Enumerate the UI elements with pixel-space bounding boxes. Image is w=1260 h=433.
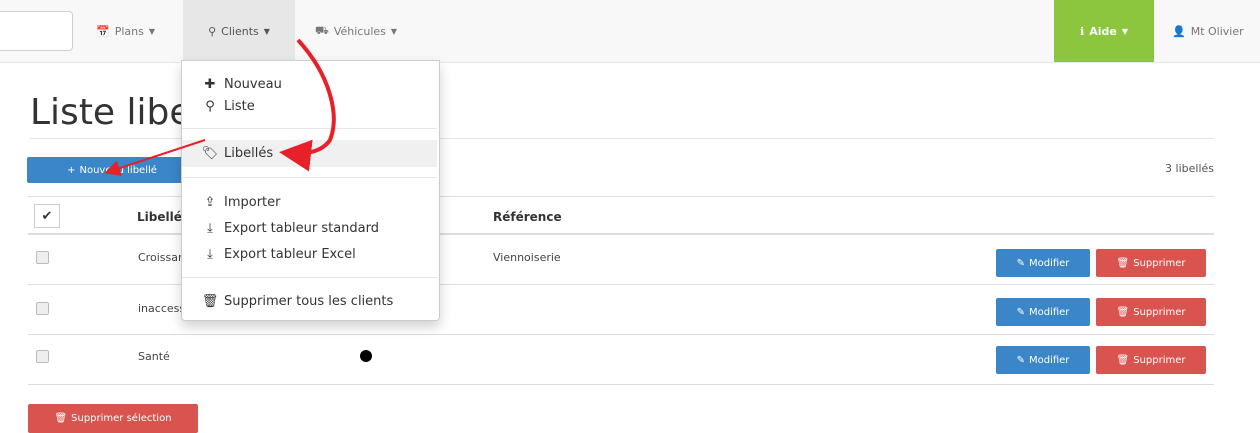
upload-icon: ⇪ xyxy=(204,194,216,210)
trash-icon: 🗑 xyxy=(1116,306,1130,318)
download-icon: ⤓ xyxy=(207,246,213,262)
menu-item-label: Export tableur Excel xyxy=(224,246,356,262)
edit-icon: ✎ xyxy=(1016,354,1025,366)
check-icon: ✔ xyxy=(41,208,53,224)
top-navbar: 📅 Plans ▼ ⚲ Clients ▼ ⛟ Véhicules ▼ ℹ Ai… xyxy=(0,0,1260,63)
brand-logo-box[interactable] xyxy=(0,11,73,51)
row-checkbox[interactable] xyxy=(36,251,49,264)
nav-aide-label: Aide xyxy=(1089,24,1117,38)
download-icon: ⤓ xyxy=(207,220,213,236)
menu-item-export-excel[interactable]: ⤓ Export tableur Excel xyxy=(182,242,437,266)
caret-down-icon: ▼ xyxy=(263,26,270,36)
map-marker-icon: ⚲ xyxy=(205,98,215,114)
delete-selection-button[interactable]: 🗑 Supprimer sélection xyxy=(28,404,198,433)
delete-button-text: Supprimer xyxy=(1133,257,1186,269)
truck-icon: ⛟ xyxy=(315,23,329,37)
nav-clients-label: Clients xyxy=(221,24,259,38)
trash-icon: 🗑 xyxy=(1116,354,1130,366)
nav-clients[interactable]: ⚲ Clients ▼ xyxy=(183,0,295,62)
menu-item-label: Nouveau xyxy=(224,76,282,92)
label-count: 3 libellés xyxy=(1165,162,1214,175)
nav-user[interactable]: 👤 Mt Olivier xyxy=(1160,0,1260,62)
menu-item-label: Importer xyxy=(224,194,281,210)
nav-user-label: Mt Olivier xyxy=(1190,24,1244,38)
menu-item-nouveau[interactable]: ✚ Nouveau xyxy=(182,72,437,96)
delete-button[interactable]: 🗑 Supprimer xyxy=(1096,298,1206,326)
delete-button[interactable]: 🗑 Supprimer xyxy=(1096,249,1206,277)
tags-icon: 🏷 xyxy=(201,146,219,161)
delete-button-text: Supprimer xyxy=(1133,354,1186,366)
menu-divider xyxy=(182,277,437,278)
column-header-label: Libellé xyxy=(137,210,182,224)
caret-down-icon: ▼ xyxy=(390,26,398,36)
info-circle-icon: ℹ xyxy=(1080,24,1085,38)
menu-item-importer[interactable]: ⇪ Importer xyxy=(182,190,437,214)
select-all-checkbox[interactable]: ✔ xyxy=(34,204,60,228)
caret-down-icon: ▼ xyxy=(148,26,155,36)
nav-plans[interactable]: 📅 Plans ▼ xyxy=(84,0,167,62)
menu-item-label: Liste xyxy=(224,98,255,114)
nav-vehicules[interactable]: ⛟ Véhicules ▼ xyxy=(305,0,407,62)
nav-vehicules-label: Véhicules xyxy=(333,24,386,38)
modify-button[interactable]: ✎ Modifier xyxy=(996,298,1090,326)
delete-button[interactable]: 🗑 Supprimer xyxy=(1096,346,1206,374)
modify-button[interactable]: ✎ Modifier xyxy=(996,249,1090,277)
trash-icon: 🗑 xyxy=(201,293,219,309)
row-divider xyxy=(28,334,1214,335)
menu-item-label: Libellés xyxy=(224,146,274,161)
modify-button-text: Modifier xyxy=(1028,354,1070,366)
menu-item-label: Export tableur standard xyxy=(224,220,379,236)
menu-item-export-standard[interactable]: ⤓ Export tableur standard xyxy=(182,216,437,240)
modify-button-text: Modifier xyxy=(1028,306,1070,318)
row-checkbox[interactable] xyxy=(36,302,49,315)
column-header-reference: Référence xyxy=(493,210,562,224)
label-color-dot xyxy=(360,350,372,362)
caret-down-icon: ▼ xyxy=(1121,26,1128,36)
row-label: Santé xyxy=(138,350,170,363)
trash-icon: 🗑 xyxy=(54,413,68,424)
row-reference: Viennoiserie xyxy=(493,251,561,264)
modify-button[interactable]: ✎ Modifier xyxy=(996,346,1090,374)
delete-selection-button-text: Supprimer sélection xyxy=(71,413,172,424)
plus-icon: ✚ xyxy=(204,76,216,92)
trash-icon: 🗑 xyxy=(1116,257,1130,269)
nav-plans-label: Plans xyxy=(114,24,144,38)
user-icon: 👤 xyxy=(1172,24,1186,38)
plus-icon: + xyxy=(67,164,76,176)
modify-button-text: Modifier xyxy=(1028,257,1070,269)
row-divider xyxy=(28,384,1214,385)
map-marker-icon: ⚲ xyxy=(208,24,217,38)
row-checkbox[interactable] xyxy=(36,350,49,363)
edit-icon: ✎ xyxy=(1016,306,1025,318)
menu-item-label: Supprimer tous les clients xyxy=(224,293,394,309)
menu-divider xyxy=(182,177,437,178)
calendar-icon: 📅 xyxy=(96,24,110,38)
nav-aide[interactable]: ℹ Aide ▼ xyxy=(1054,0,1154,62)
menu-divider xyxy=(182,128,437,129)
clients-dropdown-menu: ✚ Nouveau ⚲ Liste 🏷 Libellés ⇪ Importer … xyxy=(181,60,440,321)
menu-item-libelles[interactable]: 🏷 Libellés xyxy=(182,140,437,167)
menu-item-liste[interactable]: ⚲ Liste xyxy=(182,94,437,118)
new-label-button-text: Nouveau libellé xyxy=(79,164,157,176)
new-label-button[interactable]: + Nouveau libellé xyxy=(27,157,197,183)
menu-item-delete-all-clients[interactable]: 🗑 Supprimer tous les clients xyxy=(182,289,437,313)
delete-button-text: Supprimer xyxy=(1133,306,1186,318)
edit-icon: ✎ xyxy=(1016,257,1025,269)
